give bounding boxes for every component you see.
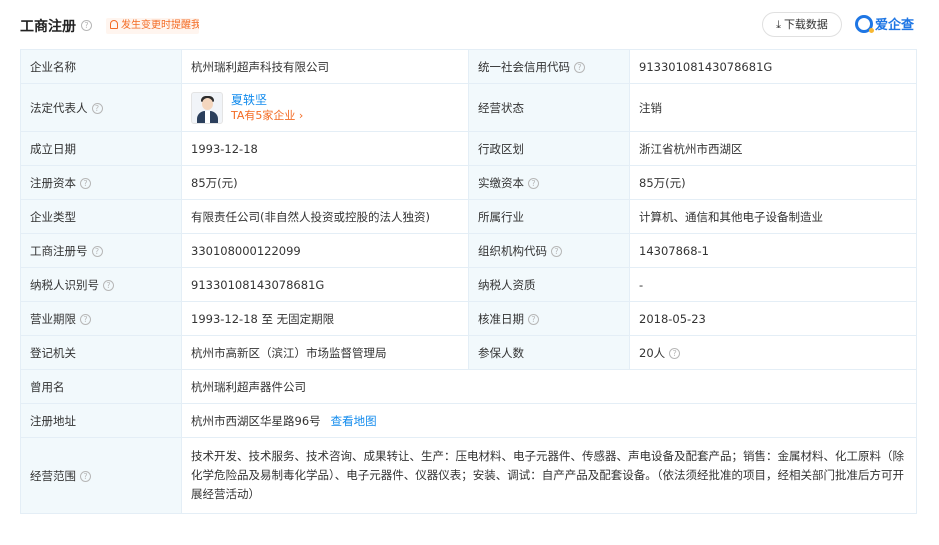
table-row: 登记机关 杭州市高新区（滨江）市场监督管理局 参保人数 20人?	[20, 335, 917, 370]
label-address: 注册地址	[20, 403, 182, 438]
table-row: 法定代表人? 夏轶坚 TA有5家企业 › 经营状态 注销	[20, 83, 917, 132]
legal-rep-name-link[interactable]: 夏轶坚	[231, 92, 303, 108]
label-region: 行政区划	[468, 131, 630, 166]
avatar[interactable]	[191, 91, 223, 124]
help-icon[interactable]: ?	[91, 245, 103, 257]
value-company-name: 杭州瑞利超声科技有限公司	[181, 49, 469, 84]
brand-logo[interactable]: 爱企查	[855, 15, 914, 35]
value-business-scope: 技术开发、技术服务、技术咨询、成果转让、生产：压电材料、电子元器件、传感器、声电…	[181, 437, 917, 514]
label-former-name: 曾用名	[20, 369, 182, 404]
value-insured-count: 20人?	[629, 335, 917, 370]
legal-rep-card[interactable]: 夏轶坚 TA有5家企业 ›	[191, 91, 459, 124]
label-credit-code: 统一社会信用代码?	[468, 49, 630, 84]
value-reg-capital: 85万(元)	[181, 165, 469, 200]
label-status: 经营状态	[468, 83, 630, 132]
registration-table: 企业名称 杭州瑞利超声科技有限公司 统一社会信用代码? 913301081430…	[20, 49, 917, 514]
table-row: 企业类型 有限责任公司(非自然人投资或控股的法人独资) 所属行业 计算机、通信和…	[20, 199, 917, 234]
brand-name: 爱企查	[875, 18, 915, 33]
help-icon[interactable]: ?	[80, 470, 91, 482]
label-reg-number: 工商注册号?	[20, 233, 182, 268]
value-former-name: 杭州瑞利超声器件公司	[181, 369, 917, 404]
table-row: 纳税人识别号? 91330108143078681G 纳税人资质 -	[20, 267, 917, 302]
value-founded: 1993-12-18	[181, 131, 469, 166]
label-paid-capital: 实缴资本?	[468, 165, 630, 200]
label-tax-id: 纳税人识别号?	[20, 267, 182, 302]
bell-icon	[110, 20, 118, 29]
label-founded: 成立日期	[20, 131, 182, 166]
notify-label: 发生变更时提醒我	[121, 20, 199, 31]
help-icon[interactable]: ?	[103, 279, 114, 291]
value-company-type: 有限责任公司(非自然人投资或控股的法人独资)	[181, 199, 469, 234]
label-business-term: 营业期限?	[20, 301, 182, 336]
table-row: 注册资本? 85万(元) 实缴资本? 85万(元)	[20, 165, 917, 200]
label-approval-date: 核准日期?	[468, 301, 630, 336]
label-insured-count: 参保人数	[468, 335, 630, 370]
section-header: 工商注册 ? 发生变更时提醒我 ⤓ 下载数据 爱企查	[20, 10, 917, 40]
help-icon[interactable]: ?	[80, 313, 91, 325]
label-industry: 所属行业	[468, 199, 630, 234]
help-icon[interactable]: ?	[669, 347, 681, 359]
label-business-scope: 经营范围?	[20, 437, 182, 514]
table-row: 营业期限? 1993-12-18 至 无固定期限 核准日期? 2018-05-2…	[20, 301, 917, 336]
value-tax-qualification: -	[629, 267, 917, 302]
help-icon[interactable]: ?	[528, 177, 539, 189]
table-row: 企业名称 杭州瑞利超声科技有限公司 统一社会信用代码? 913301081430…	[20, 49, 917, 84]
value-reg-number: 330108000122099	[181, 233, 469, 268]
view-map-link[interactable]: 查看地图	[331, 414, 377, 428]
value-address: 杭州市西湖区华星路96号 查看地图	[181, 403, 917, 438]
table-row: 曾用名 杭州瑞利超声器件公司	[20, 369, 917, 404]
value-credit-code: 91330108143078681G	[629, 49, 917, 84]
value-tax-id: 91330108143078681G	[181, 267, 469, 302]
label-org-code: 组织机构代码?	[468, 233, 630, 268]
label-company-name: 企业名称	[20, 49, 182, 84]
label-company-type: 企业类型	[20, 199, 182, 234]
value-paid-capital: 85万(元)	[629, 165, 917, 200]
help-icon[interactable]: ?	[551, 245, 562, 257]
section-title: 工商注册	[20, 19, 76, 35]
value-approval-date: 2018-05-23	[629, 301, 917, 336]
help-icon[interactable]: ?	[80, 177, 91, 189]
download-icon: ⤓	[776, 18, 781, 31]
table-row: 成立日期 1993-12-18 行政区划 浙江省杭州市西湖区	[20, 131, 917, 166]
label-reg-capital: 注册资本?	[20, 165, 182, 200]
table-row: 注册地址 杭州市西湖区华星路96号 查看地图	[20, 403, 917, 438]
label-tax-qualification: 纳税人资质	[468, 267, 630, 302]
help-icon[interactable]: ?	[81, 20, 92, 31]
help-icon[interactable]: ?	[528, 313, 539, 325]
help-icon[interactable]: ?	[91, 102, 103, 114]
help-icon[interactable]: ?	[574, 61, 585, 73]
value-business-term: 1993-12-18 至 无固定期限	[181, 301, 469, 336]
value-status: 注销	[629, 83, 917, 132]
legal-rep-companies-link[interactable]: TA有5家企业 ›	[231, 108, 303, 124]
label-legal-rep: 法定代表人?	[20, 83, 182, 132]
value-region: 浙江省杭州市西湖区	[629, 131, 917, 166]
download-button[interactable]: ⤓ 下载数据	[762, 12, 842, 37]
value-legal-rep: 夏轶坚 TA有5家企业 ›	[181, 83, 469, 132]
change-notify-button[interactable]: 发生变更时提醒我	[106, 18, 199, 34]
brand-logo-icon	[855, 15, 874, 33]
label-registration-authority: 登记机关	[20, 335, 182, 370]
download-label: 下载数据	[783, 18, 828, 31]
table-row: 经营范围? 技术开发、技术服务、技术咨询、成果转让、生产：压电材料、电子元器件、…	[20, 437, 917, 514]
table-row: 工商注册号? 330108000122099 组织机构代码? 14307868-…	[20, 233, 917, 268]
value-registration-authority: 杭州市高新区（滨江）市场监督管理局	[181, 335, 469, 370]
value-industry: 计算机、通信和其他电子设备制造业	[629, 199, 917, 234]
value-org-code: 14307868-1	[629, 233, 917, 268]
